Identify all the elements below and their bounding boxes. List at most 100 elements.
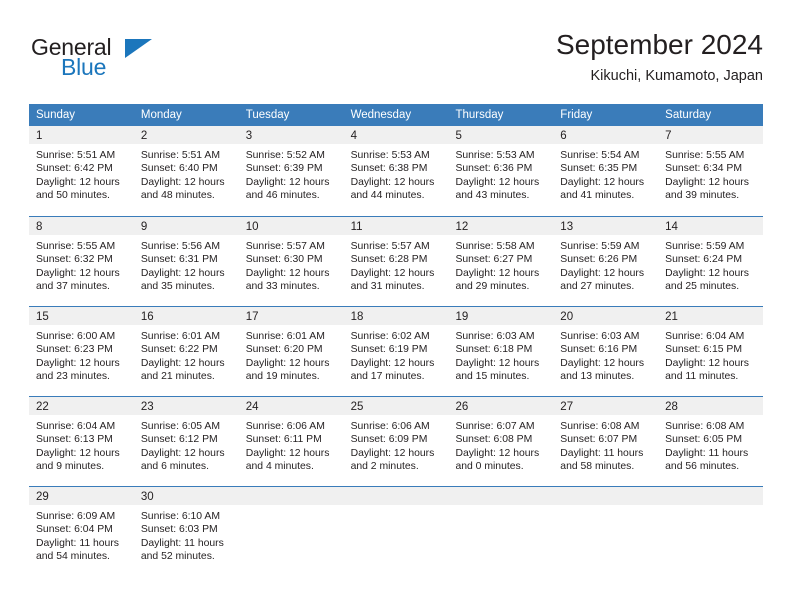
daylight-text-line1: Daylight: 12 hours (455, 357, 540, 369)
day-cell[interactable]: 19 Sunrise: 6:03 AM Sunset: 6:18 PM Dayl… (448, 307, 554, 394)
day-cell[interactable]: 13 Sunrise: 5:59 AM Sunset: 6:26 PM Dayl… (553, 217, 659, 304)
daylight-text-line2: and 37 minutes. (36, 281, 110, 293)
day-details: Sunrise: 5:55 AM Sunset: 6:34 PM Dayligh… (658, 144, 763, 203)
day-details: Sunrise: 6:05 AM Sunset: 6:12 PM Dayligh… (134, 415, 239, 474)
day-cell[interactable]: 22 Sunrise: 6:04 AM Sunset: 6:13 PM Dayl… (29, 397, 134, 484)
daylight-text-line2: and 27 minutes. (560, 281, 635, 293)
sunrise-text: Sunrise: 5:53 AM (350, 150, 430, 161)
day-cell[interactable]: 4 Sunrise: 5:53 AM Sunset: 6:38 PM Dayli… (343, 126, 449, 214)
day-number-band: 20 (553, 307, 659, 325)
daylight-text-line1: Daylight: 12 hours (350, 267, 435, 279)
day-number-band: 24 (238, 397, 344, 415)
day-number: 3 (245, 130, 253, 142)
general-blue-logo[interactable]: General Blue (29, 34, 249, 90)
day-cell[interactable]: 21 Sunrise: 6:04 AM Sunset: 6:15 PM Dayl… (658, 307, 764, 394)
sunset-text: Sunset: 6:31 PM (140, 254, 218, 266)
day-cell[interactable]: 29 Sunrise: 6:09 AM Sunset: 6:04 PM Dayl… (29, 487, 134, 574)
day-cell[interactable]: 14 Sunrise: 5:59 AM Sunset: 6:24 PM Dayl… (658, 217, 764, 304)
sunset-text: Sunset: 6:30 PM (245, 254, 323, 266)
day-cell[interactable]: 18 Sunrise: 6:02 AM Sunset: 6:19 PM Dayl… (343, 307, 449, 394)
daylight-text-line1: Daylight: 12 hours (36, 267, 120, 279)
day-cell[interactable]: 15 Sunrise: 6:00 AM Sunset: 6:23 PM Dayl… (29, 307, 134, 394)
day-number-band: 22 (29, 397, 134, 415)
sunset-text: Sunset: 6:07 PM (560, 434, 638, 446)
sunset-text: Sunset: 6:11 PM (245, 434, 322, 446)
sunrise-text: Sunrise: 6:02 AM (350, 331, 430, 342)
day-cell[interactable]: 23 Sunrise: 6:05 AM Sunset: 6:12 PM Dayl… (133, 397, 239, 484)
day-details: Sunrise: 6:09 AM Sunset: 6:04 PM Dayligh… (29, 505, 134, 564)
sunrise-text: Sunrise: 5:51 AM (140, 150, 220, 161)
day-number-band: 16 (133, 307, 239, 325)
day-cell[interactable]: 27 Sunrise: 6:08 AM Sunset: 6:07 PM Dayl… (553, 397, 659, 484)
day-number-band: 26 (448, 397, 554, 415)
sunrise-text: Sunrise: 6:00 AM (36, 331, 116, 342)
day-number: 5 (455, 130, 462, 142)
day-number: 17 (245, 311, 259, 323)
day-number-band: 3 (238, 126, 344, 144)
day-cell[interactable]: 8 Sunrise: 5:55 AM Sunset: 6:32 PM Dayli… (29, 217, 134, 304)
daylight-text-line1: Daylight: 12 hours (140, 357, 225, 369)
day-cell[interactable]: 7 Sunrise: 5:55 AM Sunset: 6:34 PM Dayli… (658, 126, 764, 214)
daylight-text-line2: and 54 minutes. (36, 551, 110, 563)
day-cell[interactable]: 17 Sunrise: 6:01 AM Sunset: 6:20 PM Dayl… (238, 307, 344, 394)
day-cell[interactable]: 9 Sunrise: 5:56 AM Sunset: 6:31 PM Dayli… (133, 217, 239, 304)
day-cell[interactable]: 26 Sunrise: 6:07 AM Sunset: 6:08 PM Dayl… (448, 397, 554, 484)
day-number: 29 (36, 491, 49, 503)
sunrise-text: Sunrise: 6:03 AM (560, 331, 640, 342)
daylight-text-line1: Daylight: 12 hours (36, 447, 120, 459)
logo-text-blue: Blue (61, 54, 107, 80)
daylight-text-line2: and 29 minutes. (455, 281, 530, 293)
day-cell[interactable]: 10 Sunrise: 5:57 AM Sunset: 6:30 PM Dayl… (238, 217, 344, 304)
day-details: Sunrise: 6:07 AM Sunset: 6:08 PM Dayligh… (448, 415, 553, 474)
sunset-text: Sunset: 6:16 PM (560, 344, 638, 356)
sunset-text: Sunset: 6:42 PM (36, 163, 113, 175)
sunrise-text: Sunrise: 5:52 AM (245, 150, 325, 161)
day-number: 20 (560, 311, 574, 323)
page-title: September 2024 (555, 29, 763, 60)
day-number: 13 (560, 221, 574, 233)
sunrise-text: Sunrise: 6:08 AM (560, 421, 640, 432)
sunrise-text: Sunrise: 6:09 AM (36, 511, 116, 522)
day-number-band: 7 (658, 126, 764, 144)
day-number-band: 13 (553, 217, 659, 235)
sunrise-text: Sunrise: 5:51 AM (36, 150, 116, 161)
day-cell[interactable]: 24 Sunrise: 6:06 AM Sunset: 6:11 PM Dayl… (238, 397, 344, 484)
day-cell[interactable]: 3 Sunrise: 5:52 AM Sunset: 6:39 PM Dayli… (238, 126, 344, 214)
day-cell[interactable]: 11 Sunrise: 5:57 AM Sunset: 6:28 PM Dayl… (343, 217, 449, 304)
day-details: Sunrise: 5:59 AM Sunset: 6:26 PM Dayligh… (553, 235, 658, 294)
daylight-text-line1: Daylight: 12 hours (245, 176, 330, 188)
day-cell[interactable]: 6 Sunrise: 5:54 AM Sunset: 6:35 PM Dayli… (553, 126, 659, 214)
day-cell[interactable]: 30 Sunrise: 6:10 AM Sunset: 6:03 PM Dayl… (133, 487, 239, 574)
day-number: 25 (350, 401, 364, 413)
day-details: Sunrise: 5:51 AM Sunset: 6:40 PM Dayligh… (134, 144, 239, 203)
sunset-text: Sunset: 6:18 PM (455, 344, 533, 356)
day-details: Sunrise: 6:02 AM Sunset: 6:19 PM Dayligh… (344, 325, 449, 384)
sunset-text: Sunset: 6:35 PM (560, 163, 638, 175)
day-cell[interactable]: 12 Sunrise: 5:58 AM Sunset: 6:27 PM Dayl… (448, 217, 554, 304)
day-number: 7 (665, 130, 672, 142)
day-cell[interactable]: 5 Sunrise: 5:53 AM Sunset: 6:36 PM Dayli… (448, 126, 554, 214)
day-number-band: 14 (658, 217, 764, 235)
daylight-text-line1: Daylight: 11 hours (36, 537, 119, 549)
page-header: General Blue September 2024 Kikuchi, Kum… (29, 28, 763, 92)
day-number-band: 23 (133, 397, 239, 415)
daylight-text-line2: and 17 minutes. (350, 371, 425, 383)
sunset-text: Sunset: 6:28 PM (350, 254, 428, 266)
sunset-text: Sunset: 6:23 PM (36, 344, 113, 356)
day-cell[interactable]: 1 Sunrise: 5:51 AM Sunset: 6:42 PM Dayli… (29, 126, 134, 214)
day-cell[interactable]: 20 Sunrise: 6:03 AM Sunset: 6:16 PM Dayl… (553, 307, 659, 394)
day-cell[interactable]: 2 Sunrise: 5:51 AM Sunset: 6:40 PM Dayli… (133, 126, 239, 214)
weekday-header-friday: Friday (560, 109, 593, 121)
day-cell[interactable]: 28 Sunrise: 6:08 AM Sunset: 6:05 PM Dayl… (658, 397, 764, 484)
daylight-text-line2: and 58 minutes. (560, 461, 635, 473)
day-cell[interactable]: 16 Sunrise: 6:01 AM Sunset: 6:22 PM Dayl… (133, 307, 239, 394)
day-details: Sunrise: 5:55 AM Sunset: 6:32 PM Dayligh… (29, 235, 134, 294)
day-number: 4 (350, 130, 357, 142)
sunrise-text: Sunrise: 6:04 AM (665, 331, 745, 342)
day-number-band: 12 (448, 217, 554, 235)
day-cell[interactable]: 25 Sunrise: 6:06 AM Sunset: 6:09 PM Dayl… (343, 397, 449, 484)
sunset-text: Sunset: 6:13 PM (36, 434, 113, 446)
day-number-band: 1 (29, 126, 134, 144)
day-number-band: 21 (658, 307, 764, 325)
week-row: 29 Sunrise: 6:09 AM Sunset: 6:04 PM Dayl… (29, 486, 764, 574)
